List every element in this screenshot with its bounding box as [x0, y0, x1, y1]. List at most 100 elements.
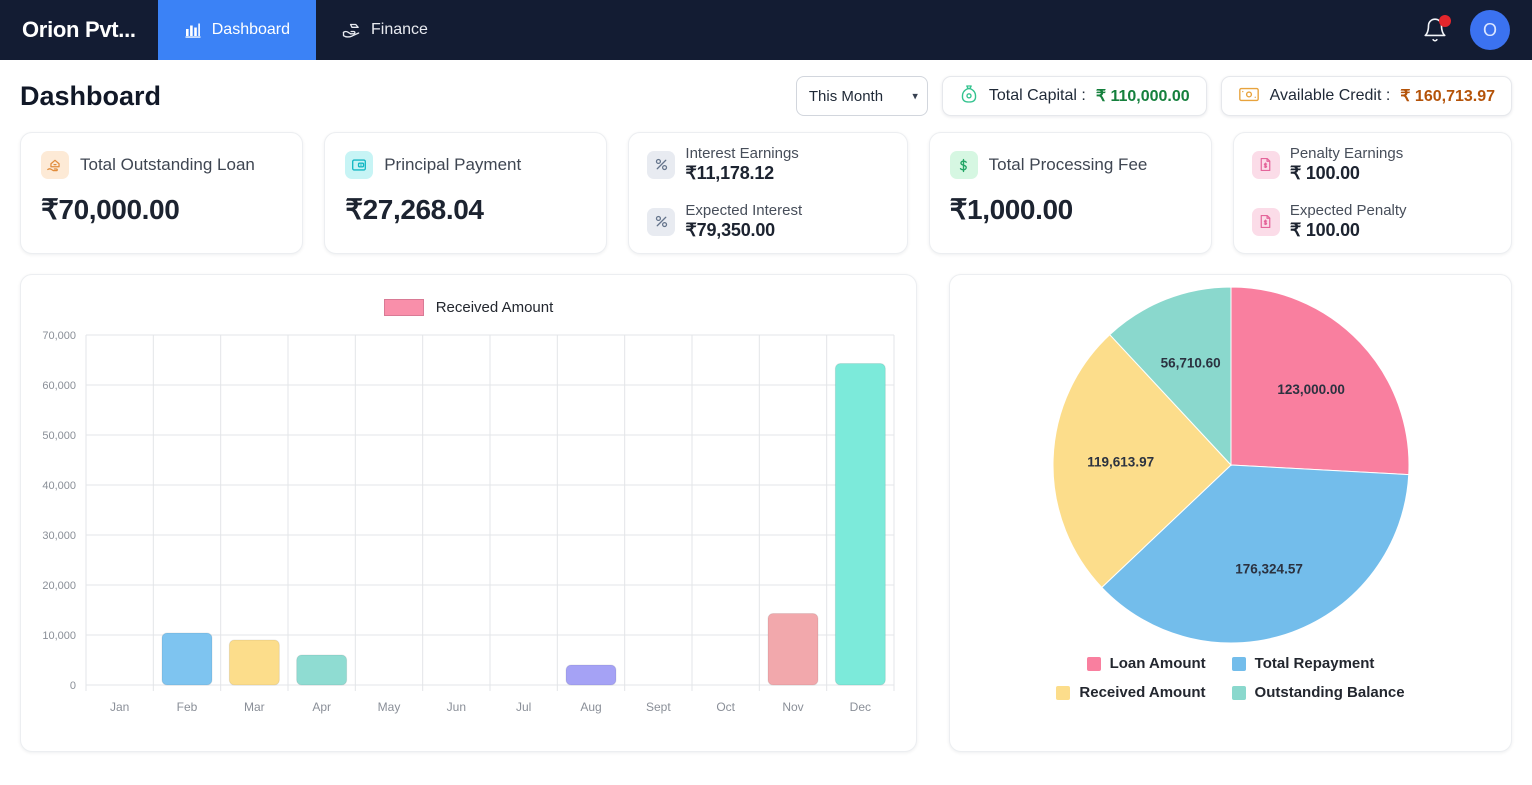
available-credit-value: ₹ 160,713.97	[1400, 88, 1495, 105]
y-axis-tick-label: 60,000	[42, 380, 76, 392]
expected-penalty-text: Expected Penalty ₹ 100.00	[1290, 202, 1407, 241]
nav-tab-finance-label: Finance	[371, 21, 428, 38]
pie-slice-value-label: 123,000.00	[1277, 382, 1345, 397]
avatar[interactable]: O	[1470, 10, 1510, 50]
x-axis-tick-label: Nov	[782, 700, 803, 714]
bar-chart-plot: 0 10,000 20,000 30,000 40,000 50,000 60,000 70,…	[42, 330, 895, 714]
penalty-earnings-row: Penalty Earnings ₹ 100.00	[1251, 145, 1493, 184]
kpi-card-penalty: Penalty Earnings ₹ 100.00 Expected Penal…	[1232, 132, 1513, 254]
nav-right-group: O	[1422, 0, 1532, 60]
bar-nov[interactable]	[767, 613, 819, 686]
kpi-card-processing-fee: Total Processing Fee ₹1,000.00	[928, 132, 1212, 254]
bar-dec[interactable]	[834, 363, 886, 686]
bar-feb[interactable]	[161, 632, 213, 686]
percent-icon	[647, 150, 676, 179]
legend-swatch[interactable]	[383, 299, 424, 316]
x-axis-tick-label: Sept	[646, 700, 671, 714]
y-axis-tick-label: 30,000	[42, 530, 76, 542]
notification-badge-dot	[1439, 15, 1451, 27]
legend-swatch	[1056, 685, 1071, 700]
kpi-label: Expected Interest	[685, 202, 803, 219]
y-axis-tick-label: 10,000	[42, 630, 76, 642]
pie-legend-item-total-repayment[interactable]: Total Repayment	[1231, 655, 1375, 672]
interest-earnings-row: Interest Earnings ₹11,178.12	[647, 145, 888, 184]
kpi-label: Penalty Earnings	[1289, 145, 1404, 162]
kpi-label: Total Processing Fee	[988, 155, 1148, 174]
kpi-value: ₹27,268.04	[345, 194, 484, 225]
legend-swatch	[1231, 656, 1246, 671]
expected-interest-text: Expected Interest ₹79,350.00	[685, 202, 802, 241]
x-axis-tick-label: Jan	[110, 700, 129, 714]
legend-label: Loan Amount	[1109, 655, 1206, 672]
x-axis-tick-label: May	[378, 700, 401, 714]
y-axis-tick-label: 0	[70, 680, 76, 692]
pie-slice-loan-amount[interactable]	[1230, 286, 1409, 476]
total-capital-value: ₹ 110,000.00	[1095, 88, 1190, 105]
period-select-wrapper: This Month ▾	[795, 76, 928, 116]
y-axis-tick-label: 70,000	[42, 330, 76, 342]
page-title: Dashboard	[20, 80, 162, 111]
total-capital-chip: Total Capital : ₹ 110,000.00	[941, 76, 1207, 116]
legend-label: Received Amount	[435, 299, 554, 316]
kpi-label: Interest Earnings	[685, 145, 799, 162]
legend-label: Total Repayment	[1254, 655, 1375, 672]
x-axis-tick-label: Jun	[447, 700, 466, 714]
kpi-card-row: Total Outstanding Loan ₹70,000.00 Princi…	[0, 126, 1532, 254]
legend-swatch	[1086, 656, 1101, 671]
bar-aug[interactable]	[565, 664, 617, 686]
kpi-card-principal-payment: Principal Payment ₹27,268.04	[324, 132, 608, 254]
kpi-card-outstanding-loan: Total Outstanding Loan ₹70,000.00	[20, 132, 304, 254]
kpi-card-interest: Interest Earnings ₹11,178.12 Expected In…	[628, 132, 908, 254]
bar-chart-panel: Received Amount 0 10,000 20,000 30,000 40,00…	[20, 274, 917, 752]
money-bag-icon	[959, 84, 979, 109]
legend-label: Outstanding Balance	[1254, 684, 1405, 701]
nav-tab-finance[interactable]: Finance	[316, 0, 454, 60]
nav-tab-dashboard[interactable]: Dashboard	[157, 0, 317, 60]
pie-legend-item-loan-amount[interactable]: Loan Amount	[1086, 655, 1206, 672]
legend-label: Received Amount	[1079, 684, 1206, 701]
pie-chart-plot: 123,000.00 176,324.57 119,613.97 56,710.60	[1052, 286, 1409, 644]
kpi-label: Principal Payment	[384, 155, 522, 174]
kpi-value: ₹ 100.00	[1289, 220, 1360, 240]
x-axis-tick-label: Oct	[716, 700, 735, 714]
pie-chart-area: 123,000.00 176,324.57 119,613.97 56,710.60	[950, 275, 1511, 655]
x-axis-tick-label: Apr	[312, 700, 331, 714]
pie-slice-value-label: 56,710.60	[1160, 355, 1220, 370]
kpi-label: Total Outstanding Loan	[80, 155, 255, 174]
pie-chart-legend: Loan Amount Total Repayment Received Amoun…	[950, 655, 1511, 701]
pie-chart-panel: 123,000.00 176,324.57 119,613.97 56,710.60 …	[949, 274, 1512, 752]
kpi-value: ₹ 100.00	[1289, 163, 1360, 183]
nav-tabs: Dashboard Finance	[157, 0, 454, 60]
x-axis-tick-label: Jul	[516, 700, 531, 714]
kpi-header: Principal Payment	[345, 151, 586, 179]
top-navbar: Orion Pvt... Dashboard Finance O	[0, 0, 1532, 60]
nav-tab-dashboard-label: Dashboard	[211, 21, 291, 38]
y-axis-tick-label: 40,000	[42, 480, 76, 492]
available-credit-chip: Available Credit : ₹ 160,713.97	[1220, 76, 1512, 116]
bar-mar[interactable]	[228, 639, 280, 686]
hand-money-icon	[342, 21, 361, 39]
period-select[interactable]: This Month	[795, 76, 928, 116]
pie-slice-value-label: 119,613.97	[1087, 455, 1154, 470]
pie-legend-item-outstanding-balance[interactable]: Outstanding Balance	[1231, 684, 1405, 701]
pie-slice-value-label: 176,324.57	[1235, 562, 1303, 577]
x-axis-tick-label: Feb	[177, 700, 198, 714]
penalty-earnings-text: Penalty Earnings ₹ 100.00	[1290, 145, 1403, 184]
bar-chart-icon	[184, 21, 202, 39]
kpi-header: Total Processing Fee	[949, 151, 1191, 179]
x-axis-tick-label: Mar	[244, 700, 265, 714]
brand-title: Orion Pvt...	[22, 17, 136, 42]
kpi-value: ₹79,350.00	[685, 220, 775, 240]
expected-interest-row: Expected Interest ₹79,350.00	[647, 202, 888, 241]
penalty-doc-icon	[1251, 150, 1280, 179]
kpi-value: ₹1,000.00	[949, 194, 1074, 225]
page-header: Dashboard This Month ▾ Total Capital : ₹…	[0, 60, 1532, 126]
interest-earnings-text: Interest Earnings ₹11,178.12	[685, 145, 798, 184]
notification-bell-button[interactable]	[1422, 15, 1451, 43]
avatar-initial: O	[1482, 19, 1497, 40]
pie-legend-item-received-amount[interactable]: Received Amount	[1056, 684, 1206, 701]
hand-house-icon	[41, 151, 69, 179]
x-axis-tick-label: Aug	[580, 700, 601, 714]
expected-penalty-row: Expected Penalty ₹ 100.00	[1251, 202, 1493, 241]
bar-apr[interactable]	[296, 654, 348, 686]
